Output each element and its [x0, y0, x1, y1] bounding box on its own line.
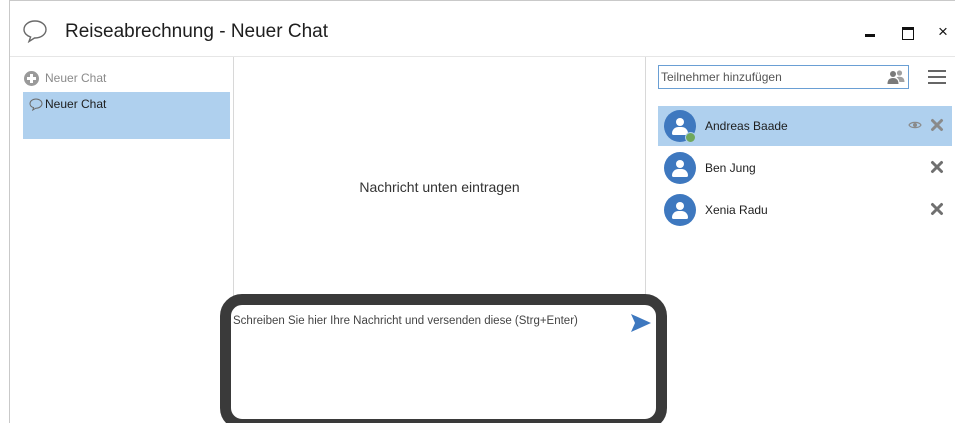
- participant-name: Ben Jung: [705, 161, 756, 175]
- speech-bubble-icon: [23, 20, 47, 43]
- new-chat-button[interactable]: Neuer Chat: [24, 69, 106, 87]
- chat-item-label: Neuer Chat: [45, 97, 107, 111]
- title-bar: Reiseabrechnung - Neuer Chat ×: [10, 1, 955, 55]
- people-icon[interactable]: [887, 69, 905, 85]
- participant-item[interactable]: Ben Jung: [658, 148, 952, 188]
- empty-state-message: Nachricht unten eintragen: [359, 179, 520, 195]
- participant-name: Andreas Baade: [705, 119, 788, 133]
- online-status-dot: [685, 132, 696, 143]
- message-input[interactable]: [231, 305, 656, 419]
- plus-circle-icon: [24, 70, 39, 86]
- minimize-button[interactable]: [860, 21, 882, 43]
- message-compose-box: [220, 294, 667, 423]
- hamburger-menu-icon[interactable]: [928, 69, 946, 85]
- speech-bubble-icon: [29, 98, 43, 111]
- remove-participant-icon[interactable]: [930, 202, 944, 216]
- chat-list-item[interactable]: Neuer Chat: [23, 92, 230, 139]
- remove-participant-icon[interactable]: [930, 160, 944, 174]
- send-icon[interactable]: [630, 313, 652, 333]
- new-chat-label: Neuer Chat: [45, 71, 107, 85]
- add-participant-input[interactable]: [659, 66, 879, 88]
- participant-item[interactable]: Andreas Baade: [658, 106, 952, 146]
- avatar: [664, 152, 696, 184]
- close-button[interactable]: ×: [932, 21, 954, 43]
- chat-list-panel: Neuer Chat Neuer Chat: [10, 57, 234, 423]
- chat-window: Reiseabrechnung - Neuer Chat × Neuer Cha…: [9, 0, 955, 423]
- avatar: [664, 194, 696, 226]
- participant-item[interactable]: Xenia Radu: [658, 190, 952, 230]
- maximize-button[interactable]: [896, 21, 918, 43]
- remove-participant-icon[interactable]: [930, 118, 944, 132]
- participant-search-box: [658, 65, 909, 89]
- participant-name: Xenia Radu: [705, 203, 768, 217]
- participants-panel: Andreas Baade Ben Jung Xenia Radu: [645, 57, 955, 423]
- window-title: Reiseabrechnung - Neuer Chat: [65, 21, 328, 42]
- eye-icon: [908, 121, 922, 129]
